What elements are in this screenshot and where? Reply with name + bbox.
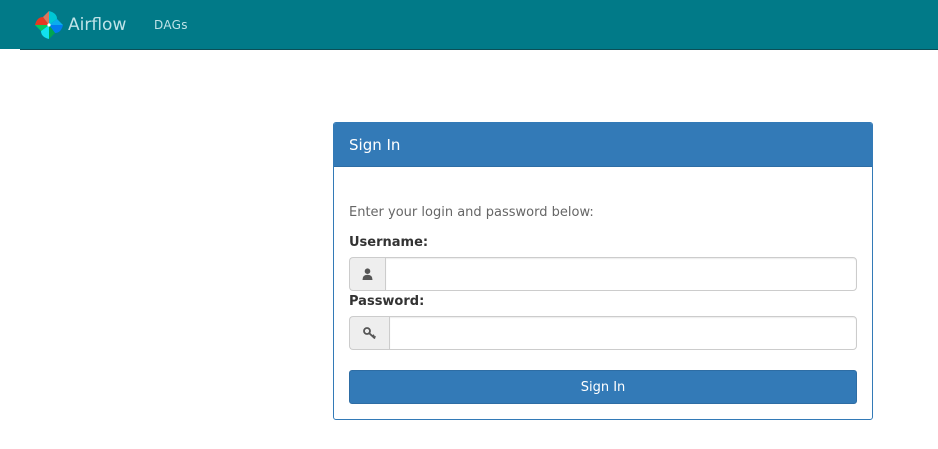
top-navbar: Airflow DAGs: [0, 0, 938, 50]
sign-in-button[interactable]: Sign In: [349, 370, 857, 404]
password-input[interactable]: [389, 316, 857, 350]
airflow-pinwheel-icon: [35, 11, 63, 39]
user-icon: [349, 257, 385, 291]
username-input-group: [349, 257, 857, 291]
password-input-group: [349, 316, 857, 350]
panel-heading: Sign In: [334, 123, 872, 167]
username-input[interactable]: [385, 257, 857, 291]
password-label: Password:: [349, 294, 425, 309]
nav-link-dags[interactable]: DAGs: [154, 18, 188, 32]
login-instructions: Enter your login and password below:: [349, 205, 594, 220]
brand-home-link[interactable]: Airflow: [33, 9, 126, 41]
key-icon: [349, 316, 389, 350]
brand-name: Airflow: [68, 15, 127, 35]
panel-title: Sign In: [349, 135, 401, 154]
navbar-accent-line: [0, 49, 20, 51]
username-label: Username:: [349, 235, 429, 250]
sign-in-panel: Sign In Enter your login and password be…: [333, 122, 873, 420]
